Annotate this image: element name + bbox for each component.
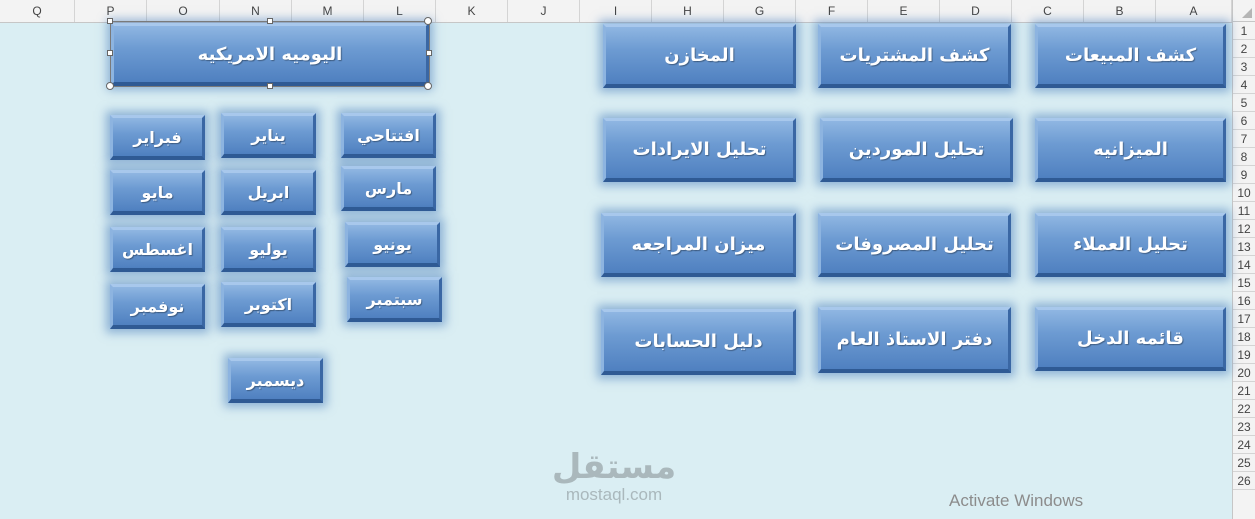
month-december-button[interactable]: ديسمبر <box>228 358 323 403</box>
column-n[interactable]: N <box>220 0 292 22</box>
column-e[interactable]: E <box>868 0 940 22</box>
column-o[interactable]: O <box>147 0 220 22</box>
row-9[interactable]: 9 <box>1233 166 1255 184</box>
column-h[interactable]: H <box>652 0 724 22</box>
row-1[interactable]: 1 <box>1233 22 1255 40</box>
row-16[interactable]: 16 <box>1233 292 1255 310</box>
row-12[interactable]: 12 <box>1233 220 1255 238</box>
row-23[interactable]: 23 <box>1233 418 1255 436</box>
row-7[interactable]: 7 <box>1233 130 1255 148</box>
row-13[interactable]: 13 <box>1233 238 1255 256</box>
column-l[interactable]: L <box>364 0 436 22</box>
month-july-button[interactable]: يوليو <box>221 227 316 272</box>
column-f[interactable]: F <box>796 0 868 22</box>
column-d[interactable]: D <box>940 0 1012 22</box>
supplier-analysis-button[interactable]: تحليل الموردين <box>820 118 1013 182</box>
general-ledger-button[interactable]: دفتر الاستاذ العام <box>818 307 1011 373</box>
column-q[interactable]: Q <box>0 0 75 22</box>
row-21[interactable]: 21 <box>1233 382 1255 400</box>
income-statement-button[interactable]: قائمه الدخل <box>1035 307 1226 371</box>
trial-balance-button[interactable]: ميزان المراجعه <box>601 213 796 277</box>
month-june-button[interactable]: يونيو <box>345 222 440 267</box>
row-26[interactable]: 26 <box>1233 472 1255 490</box>
column-b[interactable]: B <box>1084 0 1156 22</box>
customer-analysis-button[interactable]: تحليل العملاء <box>1035 213 1226 277</box>
month-october-button[interactable]: اكتوبر <box>221 282 316 327</box>
activate-windows-notice: Activate Windows <box>949 491 1084 510</box>
row-18[interactable]: 18 <box>1233 328 1255 346</box>
chart-of-accounts-button[interactable]: دليل الحسابات <box>601 309 796 375</box>
row-14[interactable]: 14 <box>1233 256 1255 274</box>
month-september-button[interactable]: سبتمبر <box>347 277 442 322</box>
row-15[interactable]: 15 <box>1233 274 1255 292</box>
row-6[interactable]: 6 <box>1233 112 1255 130</box>
row-22[interactable]: 22 <box>1233 400 1255 418</box>
column-m[interactable]: M <box>292 0 364 22</box>
column-g[interactable]: G <box>724 0 796 22</box>
watermark-logo: مستقل <box>551 447 677 487</box>
expense-analysis-button[interactable]: تحليل المصروفات <box>818 213 1011 277</box>
month-february-button[interactable]: فبراير <box>110 115 205 160</box>
revenue-analysis-button[interactable]: تحليل الايرادات <box>603 118 796 182</box>
column-header: Q P O N M L K J I H G F E D C B A <box>0 0 1232 23</box>
row-10[interactable]: 10 <box>1233 184 1255 202</box>
row-3[interactable]: 3 <box>1233 58 1255 76</box>
purchases-report-button[interactable]: كشف المشتريات <box>818 24 1011 88</box>
watermark-url: mostaql.com <box>565 485 663 504</box>
warehouses-button[interactable]: المخازن <box>603 24 796 88</box>
column-k[interactable]: K <box>436 0 508 22</box>
row-17[interactable]: 17 <box>1233 310 1255 328</box>
row-2[interactable]: 2 <box>1233 40 1255 58</box>
column-a[interactable]: A <box>1156 0 1232 22</box>
row-4[interactable]: 4 <box>1233 76 1255 94</box>
row-11[interactable]: 11 <box>1233 202 1255 220</box>
row-5[interactable]: 5 <box>1233 94 1255 112</box>
month-opening-button[interactable]: افتتاحي <box>341 113 436 158</box>
select-all-corner[interactable] <box>1232 0 1255 22</box>
month-may-button[interactable]: مايو <box>110 170 205 215</box>
balance-sheet-button[interactable]: الميزانيه <box>1035 118 1226 182</box>
column-i[interactable]: I <box>580 0 652 22</box>
american-journal-title-button[interactable]: اليوميه الامريكيه <box>111 23 429 86</box>
month-march-button[interactable]: مارس <box>341 166 436 211</box>
month-april-button[interactable]: ابريل <box>221 170 316 215</box>
month-november-button[interactable]: نوفمبر <box>110 284 205 329</box>
column-c[interactable]: C <box>1012 0 1084 22</box>
row-header: 1 2 3 4 5 6 7 8 9 10 11 12 13 14 15 16 1… <box>1232 22 1255 519</box>
column-p[interactable]: P <box>75 0 147 22</box>
row-24[interactable]: 24 <box>1233 436 1255 454</box>
month-january-button[interactable]: يناير <box>221 113 316 158</box>
sales-report-button[interactable]: كشف المبيعات <box>1035 24 1226 88</box>
mostaql-watermark: مستقل mostaql.com <box>534 448 694 504</box>
column-j[interactable]: J <box>508 0 580 22</box>
row-8[interactable]: 8 <box>1233 148 1255 166</box>
row-25[interactable]: 25 <box>1233 454 1255 472</box>
month-august-button[interactable]: اغسطس <box>110 227 205 272</box>
row-19[interactable]: 19 <box>1233 346 1255 364</box>
row-20[interactable]: 20 <box>1233 364 1255 382</box>
